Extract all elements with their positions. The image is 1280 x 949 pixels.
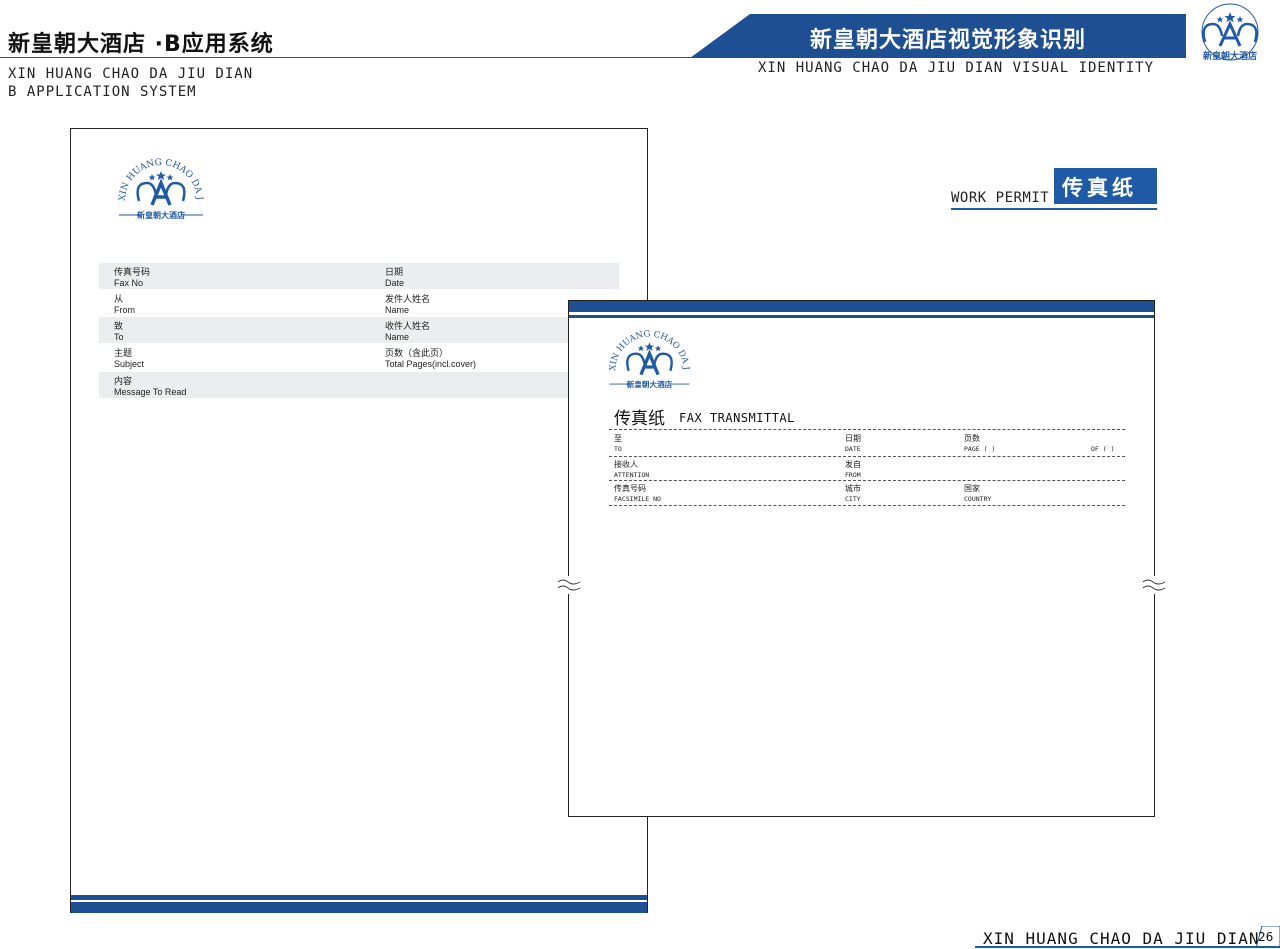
- fax-field-date: 日期 DATE: [845, 434, 861, 453]
- field-label-cn: 发件人姓名: [385, 294, 431, 304]
- dashed-rule: [609, 505, 1125, 506]
- logo-name: 新皇朝大酒店: [137, 210, 185, 220]
- fax-field-attention: 接收人 ATTENTION: [614, 460, 650, 479]
- dashed-rule: [609, 456, 1125, 457]
- field-label-en: Subject: [114, 359, 145, 369]
- field-label-cn: 日期: [385, 267, 404, 277]
- header-subtitle-line1: XIN HUANG CHAO DA JIU DIAN: [8, 66, 254, 82]
- page-number: 26: [1258, 930, 1274, 944]
- section-label-cn: 传真纸: [1062, 176, 1137, 200]
- dashed-rule: [609, 429, 1125, 430]
- header-band-thin: [569, 315, 1154, 318]
- fax-field-country: 国家 COUNTRY: [964, 484, 992, 503]
- header-band-thick: [569, 301, 1154, 312]
- fax-title-cn: 传真纸: [614, 409, 665, 429]
- footer-band-thin: [71, 895, 647, 900]
- footer-band-thick: [71, 902, 647, 913]
- fax-field-to: 至 TO: [614, 434, 622, 453]
- field-label-cn: 收件人姓名: [385, 321, 431, 331]
- svg-text:新皇朝大酒店: 新皇朝大酒店: [1203, 50, 1257, 62]
- break-mark-icon: [557, 576, 581, 594]
- footer-rule: [975, 946, 1280, 948]
- dashed-rule: [609, 480, 1125, 481]
- fax-title-en: FAX TRANSMITTAL: [679, 411, 795, 425]
- form-row-message: 内容 Message To Read: [99, 372, 619, 398]
- field-label-en: From: [114, 305, 135, 315]
- field-label-en: Message To Read: [114, 387, 187, 397]
- form-row-subject: 主题 Subject 页数（含此页） Total Pages(incl.cover): [99, 344, 619, 370]
- fax-field-facsimile: 传真号码 FACSIMILE NO: [614, 484, 661, 503]
- letterhead-page: XIN HUANG CHAO DA JIU DIAN 新皇朝大酒店 传真号码Fa…: [70, 128, 648, 913]
- header-subtitle-line2: B APPLICATION SYSTEM: [8, 84, 197, 100]
- fax-logo-icon: XIN HUANG CHAO DA JIU DIAN 新皇朝大酒店: [602, 321, 691, 389]
- section-label-underline: [951, 208, 1157, 210]
- logo-name: 新皇朝大酒店: [627, 379, 673, 389]
- form-row-to: 致 To 收件人姓名 Name: [99, 317, 619, 343]
- fax-field-of: OF ( ): [1091, 445, 1115, 453]
- header-divider: [0, 57, 700, 58]
- page-title: 新皇朝大酒店 ·B应用系统: [8, 32, 274, 57]
- form-row-fax-no: 传真号码 Fax No 日期 Date: [99, 263, 619, 289]
- banner-subtitle: XIN HUANG CHAO DA JIU DIAN VISUAL IDENTI…: [758, 60, 1155, 76]
- fax-field-page: 页数 PAGE ( ): [964, 434, 996, 453]
- break-mark-icon: [1142, 576, 1166, 594]
- section-label-en: WORK PERMIT: [951, 190, 1050, 206]
- fax-field-city: 城市 CITY: [845, 484, 861, 503]
- fax-field-from: 发自 FROM: [845, 460, 861, 479]
- hotel-logo-icon: 新皇朝大酒店: [1201, 3, 1259, 62]
- fax-page: XIN HUANG CHAO DA JIU DIAN 新皇朝大酒店 传真纸 FA…: [568, 300, 1155, 817]
- banner-title: 新皇朝大酒店视觉形象识别: [810, 28, 1087, 53]
- field-label-en: Name: [385, 332, 410, 342]
- form-row-from: 从 From 发件人姓名 Name: [99, 290, 619, 316]
- field-label-en: To: [114, 332, 124, 342]
- field-label-cn: 传真号码: [114, 267, 151, 277]
- letterhead-logo-icon: XIN HUANG CHAO DA JIU DIAN 新皇朝大酒店: [111, 149, 204, 220]
- field-label-cn: 主题: [114, 348, 133, 358]
- field-label-en: Fax No: [114, 278, 144, 288]
- field-label-cn: 页数（含此页）: [385, 348, 449, 358]
- field-label-en: Name: [385, 305, 410, 315]
- field-label-cn: 致: [114, 321, 124, 331]
- field-label-en: Date: [385, 278, 405, 288]
- field-label-cn: 内容: [114, 376, 133, 386]
- field-label-en: Total Pages(incl.cover): [385, 359, 477, 369]
- field-label-cn: 从: [114, 294, 124, 304]
